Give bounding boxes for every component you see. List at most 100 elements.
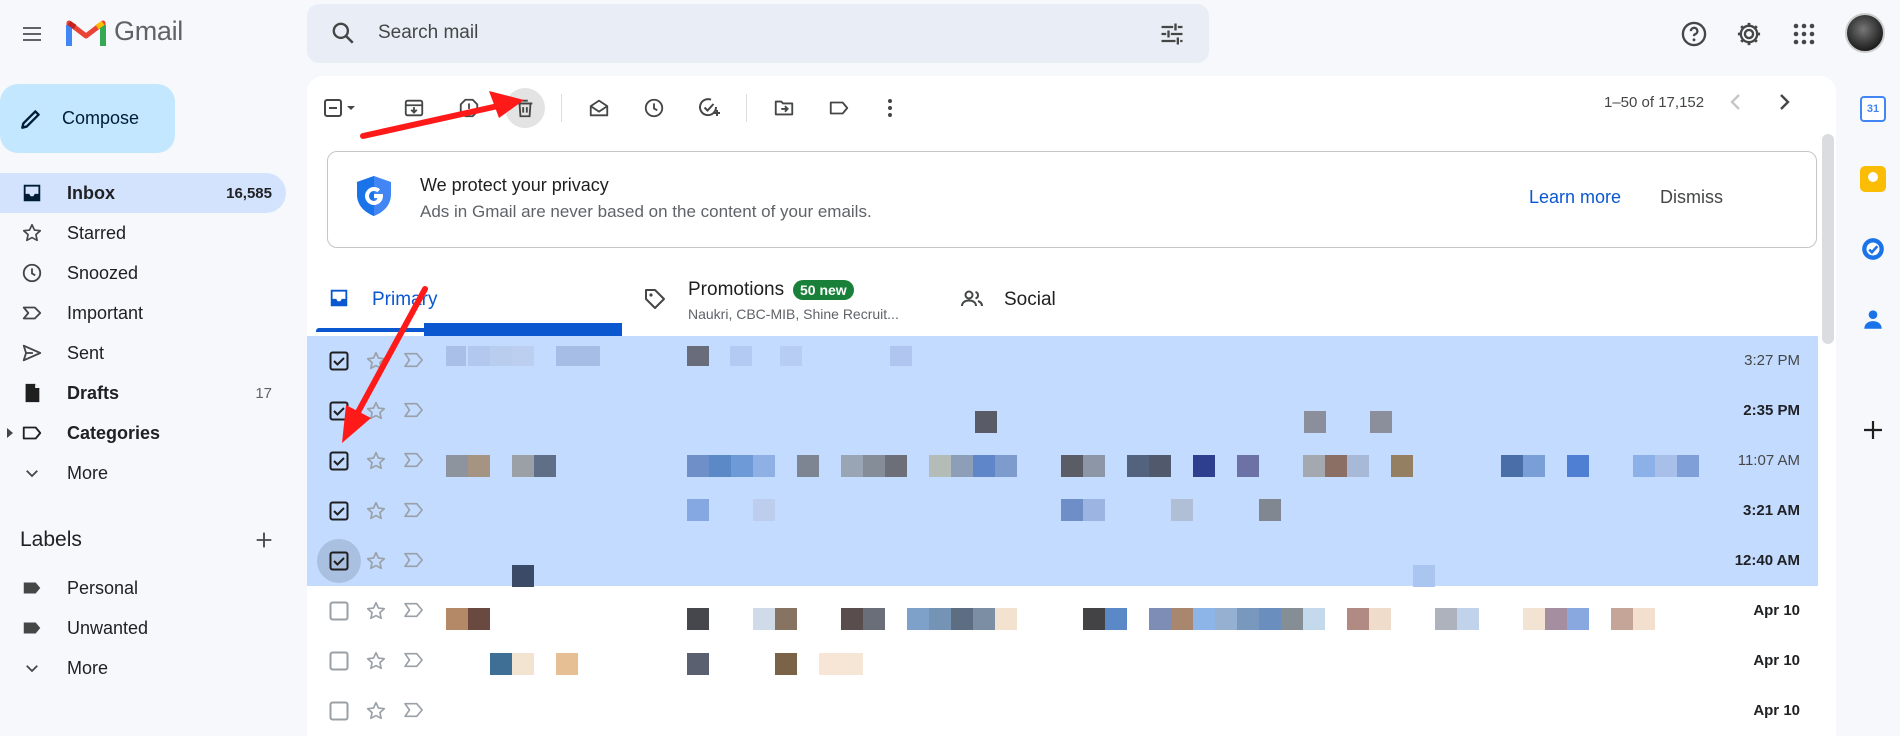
newer-page-button[interactable] [1772, 90, 1796, 114]
star-toggle-icon[interactable] [365, 450, 387, 472]
sidebar-item-more[interactable]: More [0, 453, 286, 493]
star-toggle-icon[interactable] [365, 700, 387, 722]
redacted-pixel [1083, 608, 1105, 630]
redacted-pixel [1413, 565, 1435, 587]
delete-button[interactable] [505, 88, 545, 128]
search-input[interactable]: Search mail [378, 22, 478, 44]
account-avatar[interactable] [1845, 13, 1885, 53]
redacted-pixel [1325, 455, 1347, 477]
more-actions-button[interactable] [870, 88, 910, 128]
select-all-checkbox[interactable] [320, 88, 360, 128]
help-icon[interactable] [1676, 16, 1712, 52]
add-to-tasks-button[interactable] [689, 88, 729, 128]
important-marker-icon[interactable] [403, 701, 425, 719]
report-spam-button[interactable] [449, 88, 489, 128]
calendar-icon[interactable]: 31 [1860, 96, 1886, 122]
important-marker-icon[interactable] [403, 401, 425, 419]
labels-heading: Labels [20, 528, 82, 551]
inbox-icon [20, 181, 44, 205]
tab-promotions[interactable]: Promotions [688, 279, 784, 301]
checkbox-indeterminate-icon [324, 99, 355, 117]
expand-arrow-icon[interactable] [6, 428, 14, 438]
row-checkbox[interactable] [327, 399, 351, 423]
redacted-pixel [753, 455, 775, 477]
sidebar-item-sent[interactable]: Sent [0, 333, 286, 373]
contacts-icon[interactable] [1860, 306, 1886, 332]
unread-count: 16,585 [226, 184, 272, 202]
row-checkbox[interactable] [327, 349, 351, 373]
redacted-pixel [446, 346, 466, 366]
row-checkbox[interactable] [327, 599, 351, 623]
redacted-pixel [1105, 608, 1127, 630]
important-marker-icon[interactable] [403, 501, 425, 519]
sidebar-item-starred[interactable]: Starred [0, 213, 286, 253]
star-toggle-icon[interactable] [365, 650, 387, 672]
star-toggle-icon[interactable] [365, 500, 387, 522]
sidebar-item-important[interactable]: Important [0, 293, 286, 333]
redacted-pixel [1303, 455, 1325, 477]
mark-as-read-button[interactable] [579, 88, 619, 128]
label-as-button[interactable] [819, 88, 859, 128]
important-marker-icon[interactable] [403, 451, 425, 469]
email-row[interactable]: Apr 10 [307, 586, 1818, 636]
tab-social[interactable]: Social [1004, 289, 1056, 311]
tab-primary[interactable]: Primary [372, 289, 437, 311]
label-item-unwanted[interactable]: Unwanted [0, 608, 286, 648]
settings-gear-icon[interactable] [1731, 16, 1767, 52]
redacted-pixel [512, 565, 534, 587]
archive-button[interactable] [394, 88, 434, 128]
star-toggle-icon[interactable] [365, 600, 387, 622]
move-to-button[interactable] [764, 88, 804, 128]
redacted-pixel [841, 653, 863, 675]
important-marker-icon[interactable] [403, 351, 425, 369]
tasks-icon[interactable] [1860, 236, 1886, 262]
scrollbar[interactable] [1822, 134, 1834, 344]
promotions-senders: Naukri, CBC-MIB, Shine Recruit... [688, 306, 899, 322]
email-time: 3:21 AM [1743, 502, 1800, 519]
learn-more-link[interactable]: Learn more [1529, 187, 1621, 208]
dismiss-button[interactable]: Dismiss [1660, 187, 1723, 208]
row-checkbox[interactable] [327, 649, 351, 673]
redacted-pixel [1369, 608, 1391, 630]
labels-more[interactable]: More [0, 648, 286, 688]
keep-icon[interactable] [1860, 166, 1886, 192]
search-options-icon[interactable] [1158, 20, 1186, 48]
archive-icon [404, 99, 424, 117]
row-checkbox[interactable] [317, 539, 361, 583]
row-checkbox[interactable] [327, 499, 351, 523]
checkbox-checked-icon [329, 451, 349, 471]
create-label-plus-icon[interactable] [253, 529, 275, 551]
star-toggle-icon[interactable] [365, 400, 387, 422]
sidebar-item-categories[interactable]: Categories [0, 413, 286, 453]
important-marker-icon[interactable] [403, 651, 425, 669]
main-menu-icon[interactable] [16, 18, 48, 50]
email-row[interactable]: 2:35 PM [307, 386, 1818, 436]
chevron-down-icon [20, 656, 44, 680]
important-marker-icon[interactable] [403, 551, 425, 569]
snooze-icon [644, 98, 664, 118]
redacted-pixel [1149, 608, 1171, 630]
older-page-button[interactable] [1724, 90, 1748, 114]
row-checkbox[interactable] [327, 699, 351, 723]
redacted-pixel [819, 653, 841, 675]
compose-button[interactable]: Compose [0, 84, 175, 153]
row-checkbox[interactable] [327, 449, 351, 473]
star-toggle-icon[interactable] [365, 350, 387, 372]
redacted-pixel [556, 653, 578, 675]
gmail-logo[interactable]: Gmail [66, 16, 183, 47]
star-toggle-icon[interactable] [365, 550, 387, 572]
search-icon[interactable] [330, 20, 356, 46]
get-addons-plus-icon[interactable] [1861, 418, 1885, 442]
redacted-pixel [1633, 455, 1655, 477]
snooze-button[interactable] [634, 88, 674, 128]
sidebar-item-inbox[interactable]: Inbox 16,585 [0, 173, 286, 213]
sidebar-item-drafts[interactable]: Drafts 17 [0, 373, 286, 413]
label-item-personal[interactable]: Personal [0, 568, 286, 608]
apps-grid-icon[interactable] [1786, 16, 1822, 52]
sidebar-item-label: Snoozed [67, 262, 139, 283]
star-icon [20, 221, 44, 245]
redacted-pixel [1633, 608, 1655, 630]
sidebar-item-snoozed[interactable]: Snoozed [0, 253, 286, 293]
important-marker-icon[interactable] [403, 601, 425, 619]
social-people-icon [960, 287, 984, 311]
